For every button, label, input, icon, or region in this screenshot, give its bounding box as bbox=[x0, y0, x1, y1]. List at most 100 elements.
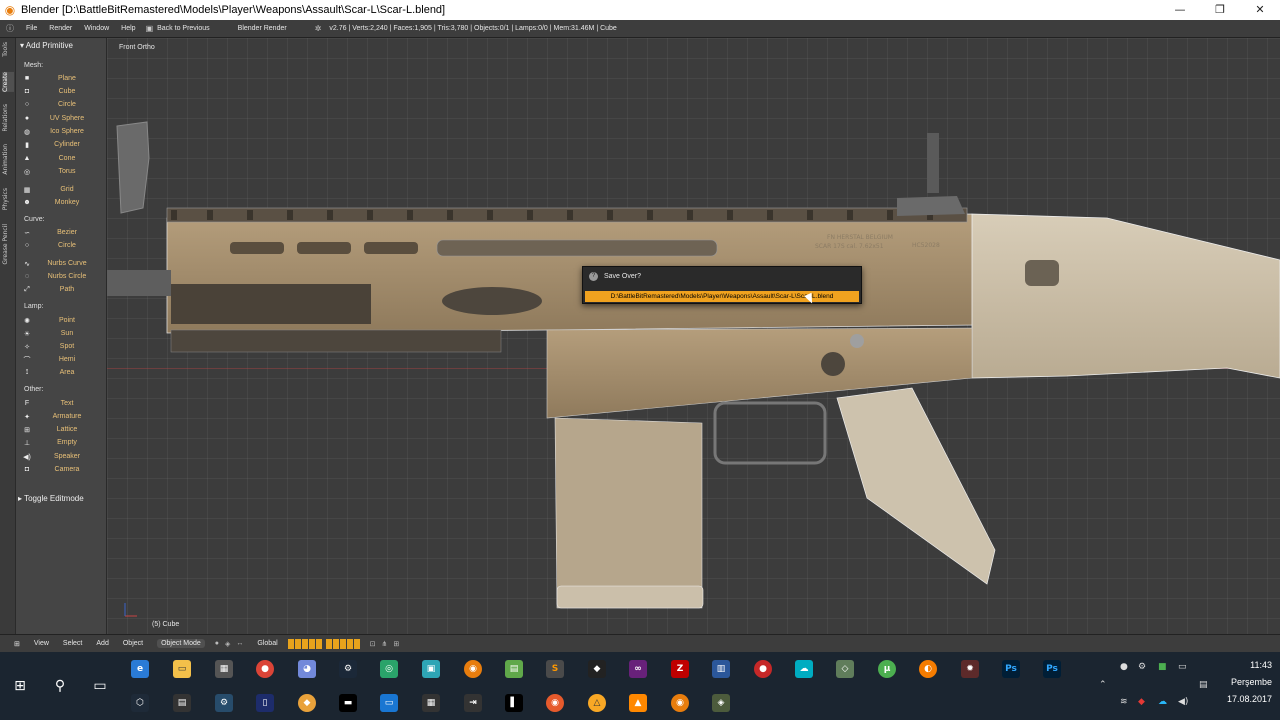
add-armature-button[interactable]: ✦ Armature bbox=[22, 410, 102, 423]
render-preview-icon[interactable]: ⊞ bbox=[393, 640, 399, 648]
terminal-icon[interactable]: ▯ bbox=[250, 688, 280, 718]
cmd-icon[interactable]: ▬ bbox=[333, 688, 363, 718]
search-icon[interactable]: ⚲ bbox=[40, 669, 80, 703]
sublime-icon[interactable]: S bbox=[540, 654, 570, 684]
steam2-icon[interactable]: ⚙ bbox=[209, 688, 239, 718]
transform-orientation-select[interactable]: Global bbox=[257, 640, 277, 647]
warning-icon[interactable]: △ bbox=[582, 688, 612, 718]
add-nurbs-circle-button[interactable]: ◌ Nurbs Circle bbox=[22, 270, 102, 283]
add-point-lamp-button[interactable]: ✺ Point bbox=[22, 314, 102, 327]
unity-hub-icon[interactable]: ⬡ bbox=[125, 688, 155, 718]
chrome-icon[interactable]: ● bbox=[250, 654, 280, 684]
origin-icon[interactable]: ◐ bbox=[913, 654, 943, 684]
taskview2-icon[interactable]: ⇥ bbox=[458, 688, 488, 718]
add-monkey-button[interactable]: ☻ Monkey bbox=[22, 196, 102, 209]
exit-icon[interactable]: ▌ bbox=[499, 688, 529, 718]
add-hemi-lamp-button[interactable]: ⌒ Hemi bbox=[22, 353, 102, 366]
add-torus-button[interactable]: ◎ Torus bbox=[22, 165, 102, 178]
photoshop-icon[interactable]: Ps bbox=[996, 654, 1026, 684]
filezilla-icon[interactable]: Z bbox=[665, 654, 695, 684]
add-bezier-button[interactable]: ∽ Bezier bbox=[22, 226, 102, 239]
app3-icon[interactable]: ✹ bbox=[955, 654, 985, 684]
start-button[interactable]: ⊞ bbox=[0, 669, 40, 703]
add-camera-button[interactable]: ◘ Camera bbox=[22, 463, 102, 476]
tab-animation[interactable]: Animation bbox=[2, 144, 14, 175]
add-text-button[interactable]: F Text bbox=[22, 397, 102, 410]
layer-buttons[interactable] bbox=[287, 638, 360, 649]
vlc-icon[interactable]: ▲ bbox=[623, 688, 653, 718]
explorer-icon[interactable]: ▭ bbox=[167, 654, 197, 684]
add-spot-lamp-button[interactable]: ✧ Spot bbox=[22, 340, 102, 353]
utorrent-tray-icon[interactable]: ■ bbox=[1158, 662, 1167, 672]
chevron-up-icon[interactable]: ⌃ bbox=[1099, 680, 1107, 690]
discord-icon[interactable]: ◕ bbox=[292, 654, 322, 684]
movie-icon[interactable]: ▤ bbox=[167, 688, 197, 718]
add-sun-lamp-button[interactable]: ☀ Sun bbox=[22, 327, 102, 340]
app4-icon[interactable]: ▦ bbox=[416, 688, 446, 718]
record-icon[interactable]: ● bbox=[748, 654, 778, 684]
edge-icon[interactable]: e bbox=[125, 654, 155, 684]
menu-view[interactable]: View bbox=[34, 640, 49, 647]
calculator-icon[interactable]: ▦ bbox=[209, 654, 239, 684]
add-cylinder-button[interactable]: ▮ Cylinder bbox=[22, 138, 102, 151]
notification-icon[interactable]: ▤ bbox=[1199, 680, 1208, 690]
blender-active-icon[interactable]: ◉ bbox=[665, 688, 695, 718]
minimize-button[interactable]: — bbox=[1160, 0, 1200, 20]
menu-file[interactable]: File bbox=[26, 25, 37, 32]
add-area-lamp-button[interactable]: ⟟ Area bbox=[22, 366, 102, 379]
unity-icon[interactable]: ◆ bbox=[582, 654, 612, 684]
mode-select[interactable]: Object Mode bbox=[157, 639, 205, 648]
tab-tools[interactable]: Tools bbox=[2, 42, 14, 57]
menu-object[interactable]: Object bbox=[123, 640, 143, 647]
app2-icon[interactable]: ☁ bbox=[789, 654, 819, 684]
add-primitive-panel-header[interactable]: ▾ Add Primitive bbox=[20, 41, 73, 50]
editor-type-icon[interactable]: ⓘ bbox=[6, 23, 14, 34]
shading-icon[interactable]: ● bbox=[215, 640, 219, 648]
browser-icon[interactable]: ◎ bbox=[374, 654, 404, 684]
add-cube-button[interactable]: ◘ Cube bbox=[22, 85, 102, 98]
add-uv-sphere-button[interactable]: ● UV Sphere bbox=[22, 112, 102, 125]
tab-create[interactable]: Create bbox=[2, 72, 14, 92]
close-button[interactable]: ✕ bbox=[1240, 0, 1280, 20]
add-grid-button[interactable]: ▦ Grid bbox=[22, 183, 102, 196]
tab-relations[interactable]: Relations bbox=[2, 104, 14, 132]
steam-icon[interactable]: ⚙ bbox=[333, 654, 363, 684]
add-lattice-button[interactable]: ⊞ Lattice bbox=[22, 423, 102, 436]
photoshop2-icon[interactable]: Ps bbox=[1037, 654, 1067, 684]
tab-physics[interactable]: Physics bbox=[2, 188, 14, 210]
app5-icon[interactable]: ◉ bbox=[540, 688, 570, 718]
chrome-tray-icon[interactable]: ● bbox=[1120, 662, 1128, 672]
utorrent-icon[interactable]: μ bbox=[872, 654, 902, 684]
wifi-icon[interactable]: ≋ bbox=[1120, 697, 1128, 707]
menu-render[interactable]: Render bbox=[49, 25, 72, 32]
add-speaker-button[interactable]: ◀) Speaker bbox=[22, 450, 102, 463]
volume-icon[interactable]: ◀) bbox=[1178, 697, 1188, 707]
chrome-canary-icon[interactable]: ◆ bbox=[292, 688, 322, 718]
app6-icon[interactable]: ◈ bbox=[706, 688, 736, 718]
add-plane-button[interactable]: ■ Plane bbox=[22, 72, 102, 85]
maximize-button[interactable]: ❐ bbox=[1200, 0, 1240, 20]
visual-studio-icon[interactable]: ∞ bbox=[623, 654, 653, 684]
menu-window[interactable]: Window bbox=[84, 25, 109, 32]
add-curve-circle-button[interactable]: ○ Circle bbox=[22, 239, 102, 252]
menu-select[interactable]: Select bbox=[63, 640, 82, 647]
menu-add[interactable]: Add bbox=[96, 640, 108, 647]
battery-icon[interactable]: ▭ bbox=[1178, 662, 1187, 672]
add-cone-button[interactable]: ▲ Cone bbox=[22, 152, 102, 165]
add-nurbs-curve-button[interactable]: ∿ Nurbs Curve bbox=[22, 257, 102, 270]
save-over-confirm-button[interactable]: D:\BattleBitRemastered\Models\Player\Wea… bbox=[585, 291, 859, 302]
add-path-button[interactable]: ⤢ Path bbox=[22, 283, 102, 296]
blender-taskbar-icon[interactable]: ◉ bbox=[458, 654, 488, 684]
editor-type-select[interactable]: ⊞ bbox=[14, 640, 20, 648]
manager-icon[interactable]: ◇ bbox=[830, 654, 860, 684]
lock-icon[interactable]: ⊡ bbox=[370, 640, 376, 648]
app-icon[interactable]: ▣ bbox=[416, 654, 446, 684]
toggle-editmode-panel[interactable]: ▸ Toggle Editmode bbox=[18, 494, 106, 506]
add-ico-sphere-button[interactable]: ◍ Ico Sphere bbox=[22, 125, 102, 138]
menu-help[interactable]: Help bbox=[121, 25, 135, 32]
3d-viewport[interactable]: Front Ortho FN HERSTAL BELGIUM SCAR 17S … bbox=[107, 38, 1280, 634]
snap-icon[interactable]: ⋔ bbox=[382, 640, 388, 648]
add-empty-button[interactable]: ⊥ Empty bbox=[22, 436, 102, 449]
security-icon[interactable]: ◆ bbox=[1138, 697, 1145, 707]
steam-tray-icon[interactable]: ⚙ bbox=[1138, 662, 1146, 672]
